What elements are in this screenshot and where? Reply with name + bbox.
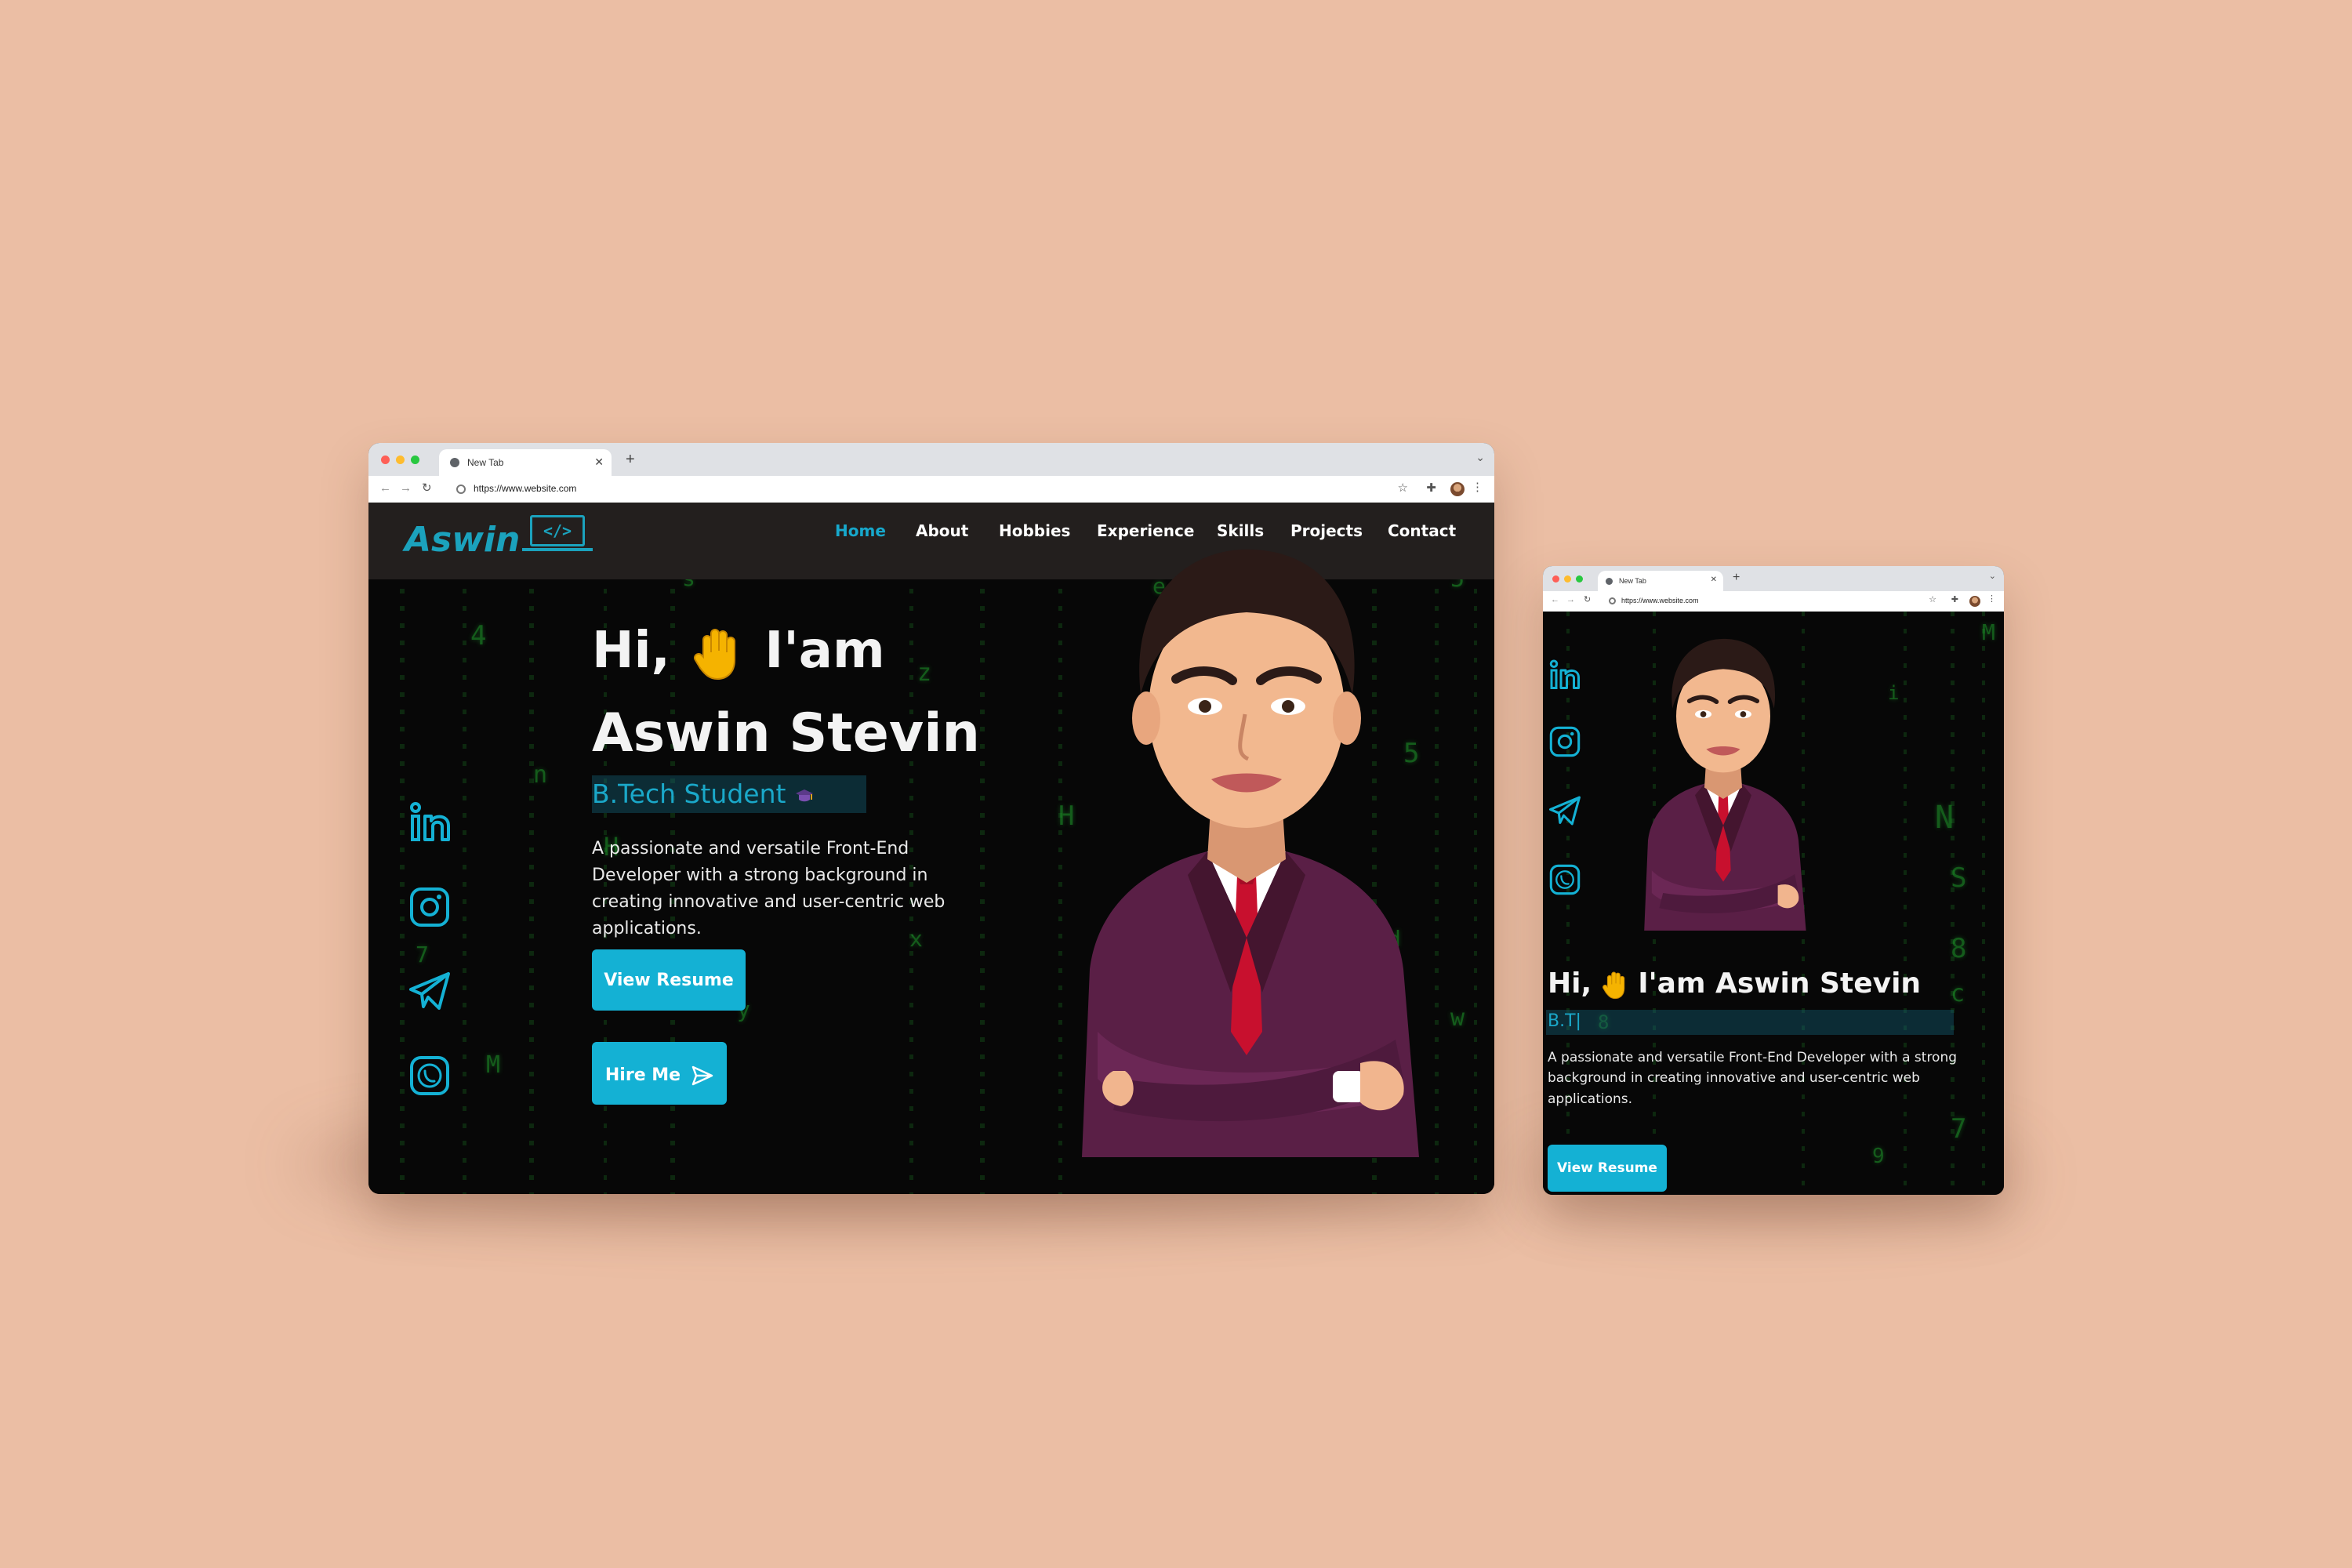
- laptop-base: [522, 548, 593, 551]
- minimize-window-button[interactable]: [396, 456, 405, 464]
- view-resume-button[interactable]: View Resume: [1548, 1145, 1667, 1192]
- reload-icon[interactable]: ↻: [422, 481, 432, 495]
- back-icon[interactable]: ←: [1551, 595, 1559, 604]
- view-resume-button[interactable]: View Resume: [592, 949, 746, 1011]
- site-logo-text[interactable]: Aswin: [405, 520, 520, 560]
- maximize-window-button[interactable]: [411, 456, 419, 464]
- role-typewriter: B.Tech Student: [592, 775, 866, 813]
- avatar-illustration: [1644, 638, 1806, 931]
- profile-avatar[interactable]: [1969, 596, 1980, 607]
- hero-description: A passionate and versatile Front-End Dev…: [1548, 1050, 1958, 1107]
- nav-home[interactable]: Home: [835, 521, 886, 540]
- forward-icon[interactable]: →: [1566, 595, 1575, 604]
- browser-menu-icon[interactable]: ⋮: [1987, 593, 1996, 604]
- tab-search-chevron-icon[interactable]: ⌄: [1475, 451, 1485, 464]
- avatar-illustration: [1082, 549, 1419, 1157]
- portfolio-page: 4 n 7 M H y z H x e 5 5 d w o y s 9 Aswi…: [368, 503, 1494, 1194]
- google-icon: [1609, 597, 1616, 604]
- extensions-icon[interactable]: ✚: [1951, 594, 1958, 604]
- raised-hand-emoji-icon: [1602, 971, 1624, 1000]
- tab-search-chevron-icon[interactable]: ⌄: [1989, 571, 1996, 581]
- url-field[interactable]: https://www.website.com: [474, 483, 576, 494]
- url-field[interactable]: https://www.website.com: [1621, 597, 1699, 604]
- chrome-favicon-icon: [450, 458, 459, 467]
- maximize-window-button[interactable]: [1576, 575, 1583, 583]
- nav-about[interactable]: About: [916, 521, 968, 540]
- whatsapp-icon[interactable]: [1549, 864, 1581, 895]
- close-window-button[interactable]: [381, 456, 390, 464]
- hire-me-button[interactable]: Hire Me: [592, 1042, 727, 1105]
- instagram-icon[interactable]: [409, 887, 450, 927]
- browser-tab[interactable]: New Tab ✕: [439, 449, 612, 476]
- tab-strip: New Tab ✕ + ⌄: [1543, 566, 2004, 591]
- new-tab-button[interactable]: +: [626, 451, 635, 469]
- graduation-cap-icon: [795, 789, 813, 801]
- profile-avatar[interactable]: [1450, 482, 1465, 496]
- hero-description: A passionate and versatile Front-End Dev…: [592, 839, 946, 939]
- bookmark-star-icon[interactable]: ☆: [1929, 594, 1936, 604]
- browser-tab[interactable]: New Tab ✕: [1598, 571, 1723, 591]
- send-icon: [691, 1065, 713, 1086]
- window-controls: [381, 456, 419, 464]
- tab-strip: New Tab ✕ + ⌄: [368, 443, 1494, 476]
- hero-heading: Hi, I'am Aswin Stevin: [1548, 967, 1922, 1000]
- reload-icon[interactable]: ↻: [1584, 594, 1591, 604]
- whatsapp-icon[interactable]: [409, 1055, 450, 1096]
- desktop-browser-window: New Tab ✕ + ⌄ ← → ↻ https://www.website.…: [368, 443, 1494, 1194]
- hero-name: Aswin Stevin: [592, 702, 980, 764]
- back-icon[interactable]: ←: [379, 481, 391, 495]
- new-tab-button[interactable]: +: [1733, 571, 1740, 585]
- telegram-icon[interactable]: [1548, 795, 1582, 826]
- laptop-code-icon: </>: [530, 515, 585, 546]
- close-window-button[interactable]: [1552, 575, 1559, 583]
- tab-title: New Tab: [1619, 577, 1646, 585]
- hero-greeting: Hi, I'am: [592, 622, 885, 681]
- extensions-icon[interactable]: ✚: [1426, 481, 1436, 495]
- raised-hand-emoji-icon: [694, 629, 736, 681]
- address-bar: ← → ↻ https://www.website.com ☆ ✚ ⋮: [368, 476, 1494, 503]
- role-typewriter: B.T|: [1546, 1010, 1954, 1035]
- chrome-favicon-icon: [1606, 577, 1613, 585]
- browser-menu-icon[interactable]: ⋮: [1472, 480, 1483, 494]
- telegram-icon[interactable]: [408, 971, 452, 1011]
- forward-icon[interactable]: →: [400, 481, 412, 495]
- logo-icon-text: </>: [543, 521, 572, 540]
- linkedin-icon[interactable]: [409, 800, 453, 844]
- close-tab-icon[interactable]: ✕: [594, 456, 604, 469]
- window-controls: [1552, 575, 1583, 583]
- mobile-browser-window: New Tab ✕ + ⌄ ← → ↻ https://www.website.…: [1543, 566, 2004, 1195]
- address-bar: ← → ↻ https://www.website.com ☆ ✚ ⋮: [1543, 591, 2004, 612]
- minimize-window-button[interactable]: [1564, 575, 1571, 583]
- google-icon: [456, 485, 466, 494]
- bookmark-star-icon[interactable]: ☆: [1398, 481, 1408, 495]
- close-tab-icon[interactable]: ✕: [1711, 575, 1717, 584]
- tab-title: New Tab: [467, 457, 504, 468]
- instagram-icon[interactable]: [1549, 726, 1581, 757]
- linkedin-icon[interactable]: [1549, 659, 1582, 691]
- portfolio-page-mobile: N S 8 c 7 9 8 i M Hi, I'am Aswin Stevin …: [1543, 612, 2004, 1195]
